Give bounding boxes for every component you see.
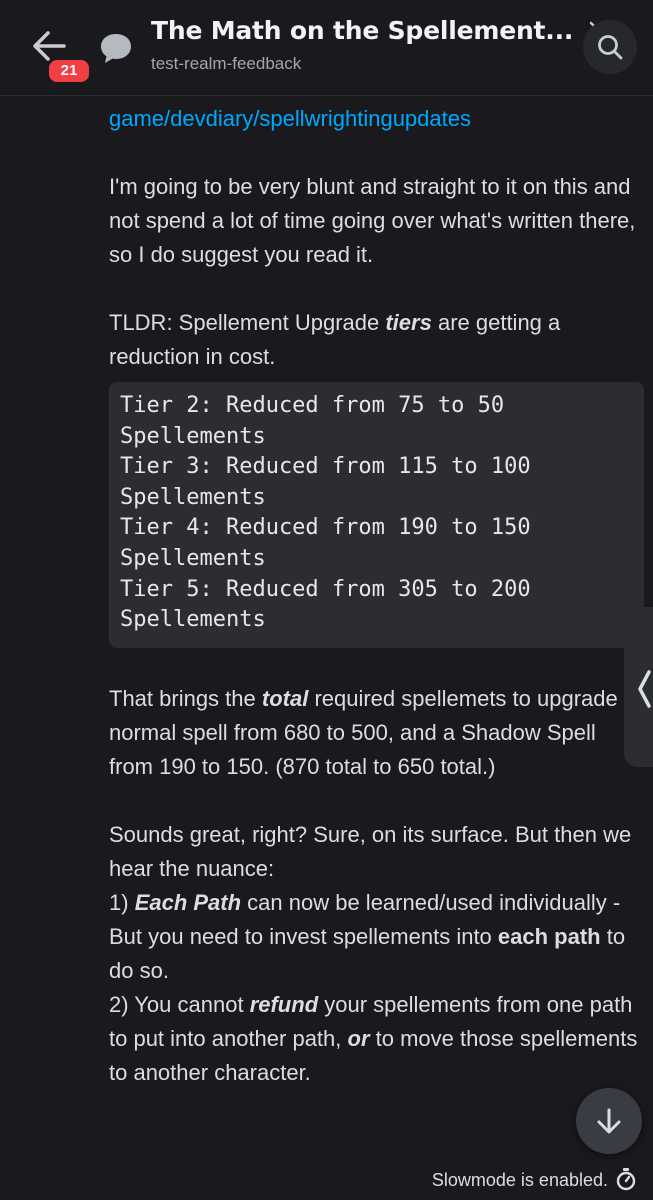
total-text: That brings the bbox=[109, 685, 262, 711]
total-emphasis: total bbox=[261, 685, 309, 711]
intro-paragraph: I'm going to be very blunt and straight … bbox=[109, 174, 636, 267]
unread-badge: 21 bbox=[46, 57, 92, 85]
footer-bar: Slowmode is enabled. bbox=[0, 1160, 653, 1200]
item1-number: 1) bbox=[109, 889, 135, 915]
devdiary-link[interactable]: game/devdiary/spellwrightingupdates bbox=[109, 102, 641, 136]
item2-emphasis-or: or bbox=[347, 1025, 370, 1051]
jump-to-bottom-button[interactable] bbox=[576, 1088, 642, 1154]
search-button[interactable] bbox=[583, 20, 637, 74]
code-block: Tier 2: Reduced from 75 to 50 Spellement… bbox=[109, 382, 644, 648]
chevron-left-icon bbox=[638, 670, 651, 708]
thread-title-row[interactable]: The Math on the Spellement... bbox=[151, 16, 603, 45]
chat-bubble-icon bbox=[98, 30, 134, 66]
channel-header: 21 The Math on the Spellement... test-re… bbox=[0, 0, 653, 96]
stopwatch-icon bbox=[616, 1168, 636, 1191]
nuance-intro: Sounds great, right? Sure, on its surfac… bbox=[109, 821, 632, 881]
side-panel-handle[interactable] bbox=[624, 607, 653, 767]
slowmode-text: Slowmode is enabled. bbox=[431, 1170, 608, 1190]
message-body: game/devdiary/spellwrightingupdates I'm … bbox=[109, 96, 644, 1090]
item2-text: 2) You cannot bbox=[109, 991, 250, 1017]
thread-title: The Math on the Spellement... bbox=[151, 16, 574, 45]
tldr-paragraph: TLDR: Spellement Upgrade tiers are getti… bbox=[109, 306, 641, 374]
total-paragraph: That brings the total required spellemet… bbox=[109, 682, 641, 784]
channel-name[interactable]: test-realm-feedback bbox=[151, 54, 301, 74]
arrow-down-icon bbox=[597, 1108, 621, 1134]
nuance-paragraph: Sounds great, right? Sure, on its surfac… bbox=[109, 818, 641, 1090]
item1-emphasis: Each Path bbox=[134, 889, 242, 915]
tldr-emphasis: tiers bbox=[385, 310, 432, 335]
search-icon bbox=[598, 35, 623, 60]
item1-bold: each path bbox=[497, 923, 601, 949]
tldr-text: TLDR: Spellement Upgrade bbox=[109, 310, 386, 335]
item2-emphasis: refund bbox=[249, 991, 319, 1017]
